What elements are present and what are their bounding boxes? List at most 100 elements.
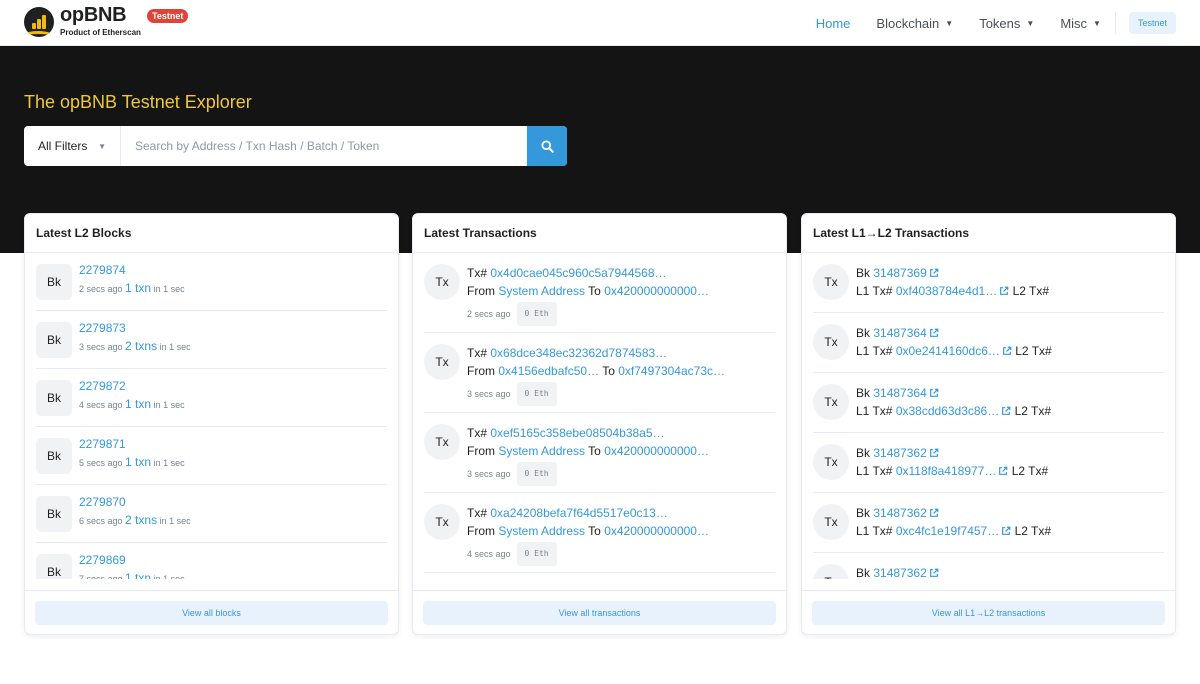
block-txns-link[interactable]: 1 txn (125, 397, 151, 411)
from-address-link[interactable]: System Address (498, 284, 585, 298)
nav-misc[interactable]: Misc ▼ (1060, 16, 1101, 31)
block-avatar: Bk (36, 438, 72, 474)
view-all-blocks-button[interactable]: View all blocks (35, 601, 388, 625)
to-address-link[interactable]: 0xf7497304ac73c… (618, 364, 725, 378)
tx-avatar: Tx (813, 564, 849, 579)
block-txns-link[interactable]: 1 txn (125, 571, 151, 579)
l1-block-link[interactable]: 31487369 (873, 266, 926, 280)
block-txns-link[interactable]: 1 txn (125, 281, 151, 295)
external-link-icon[interactable] (1001, 526, 1011, 536)
to-address-link[interactable]: 0x420000000000… (604, 284, 709, 298)
block-number-link[interactable]: 2279870 (79, 495, 191, 510)
block-info: 2279873 3 secs ago 2 txns in 1 sec (79, 321, 191, 368)
block-txns-link[interactable]: 2 txns (125, 339, 157, 353)
tx-info: Tx# 0xa24208befa7f64d5517e0c13… From Syst… (467, 504, 709, 572)
chevron-down-icon: ▼ (98, 141, 106, 151)
l1-block-link[interactable]: 31487364 (873, 326, 926, 340)
external-link-icon[interactable] (929, 388, 939, 398)
l1-block-link[interactable]: 31487362 (873, 566, 926, 579)
tx-hash-link[interactable]: 0x68dce348ec32362d7874583… (490, 346, 667, 360)
block-number-link[interactable]: 2279873 (79, 321, 191, 336)
l1l2-block-line: Bk 31487362 (856, 444, 1048, 462)
block-txns-link[interactable]: 2 txns (125, 513, 157, 527)
to-label: To (588, 444, 601, 458)
l1-tx-hash-link[interactable]: 0xf4038784e4d1… (896, 284, 997, 298)
search-filter-select[interactable]: All Filters ▼ (24, 126, 121, 166)
latest-blocks-card: Latest L2 Blocks Bk 2279874 2 secs ago 1 t… (24, 213, 399, 635)
block-info: 2279874 2 secs ago 1 txn in 1 sec (79, 263, 185, 310)
block-number-link[interactable]: 2279871 (79, 437, 185, 452)
nav-blockchain-label: Blockchain (876, 15, 940, 31)
block-info: 2279869 7 secs ago 1 txn in 1 sec (79, 553, 185, 579)
external-link-icon[interactable] (929, 448, 939, 458)
from-address-link[interactable]: 0x4156edbafc50… (498, 364, 599, 378)
block-duration: in 1 sec (153, 574, 185, 579)
tx-avatar: Tx (813, 444, 849, 480)
block-row: Bk 2279874 2 secs ago 1 txn in 1 sec (36, 253, 387, 311)
nav-home[interactable]: Home (816, 16, 851, 31)
latest-transactions-card: Latest Transactions Tx Tx# 0x4d0cae045c96… (412, 213, 787, 635)
block-row: Bk 2279873 3 secs ago 2 txns in 1 sec (36, 311, 387, 369)
block-meta: 2 secs ago 1 txn in 1 sec (79, 281, 185, 295)
block-row: Bk 2279872 4 secs ago 1 txn in 1 sec (36, 369, 387, 427)
block-row: Bk 2279869 7 secs ago 1 txn in 1 sec (36, 543, 387, 579)
nav-blockchain[interactable]: Blockchain ▼ (876, 16, 953, 31)
tx-meta: 3 secs ago 0 Eth (467, 382, 725, 406)
view-all-transactions-button[interactable]: View all transactions (423, 601, 776, 625)
from-label: From (467, 364, 495, 378)
bk-label: Bk (856, 386, 871, 400)
to-address-link[interactable]: 0x420000000000… (604, 524, 709, 538)
block-txns-link[interactable]: 1 txn (125, 455, 151, 469)
nav-divider (1114, 12, 1116, 34)
view-all-l1l2-button[interactable]: View all L1→L2 transactions (812, 601, 1165, 625)
network-switch-button[interactable]: Testnet (1128, 12, 1176, 34)
nav-misc-label: Misc (1060, 15, 1088, 31)
from-address-link[interactable]: System Address (498, 524, 585, 538)
l1-tx-hash-link[interactable]: 0x118f8a418977… (896, 464, 997, 478)
external-link-icon[interactable] (929, 268, 939, 278)
site-logo[interactable]: opBNB Product of Etherscan (24, 4, 141, 40)
block-row: Bk 2279870 6 secs ago 2 txns in 1 sec (36, 485, 387, 543)
tx-hash-link[interactable]: 0x4d0cae045c960c5a7944568… (490, 266, 666, 280)
nav-tokens[interactable]: Tokens ▼ (979, 16, 1034, 31)
block-number-link[interactable]: 2279874 (79, 263, 185, 278)
l1-block-link[interactable]: 31487362 (873, 446, 926, 460)
tx-hash-link[interactable]: 0xa24208befa7f64d5517e0c13… (490, 506, 668, 520)
page-title: The opBNB Testnet Explorer (24, 92, 252, 112)
l1l2-row: Tx Bk 31487364 L1 Tx# 0x0e2414160dc6… L2 T… (813, 313, 1164, 373)
l1-tx-hash-link[interactable]: 0x0e2414160dc6… (896, 344, 1000, 358)
l1-block-link[interactable]: 31487364 (873, 386, 926, 400)
external-link-icon[interactable] (1001, 406, 1011, 416)
search-button[interactable] (527, 126, 567, 166)
tx-from-to-line: From System Address To 0x420000000000… (467, 282, 709, 300)
tx-from-to-line: From 0x4156edbafc50… To 0xf7497304ac73c… (467, 362, 725, 380)
tx-avatar: Tx (424, 344, 460, 380)
l1l2-row: Tx Bk 31487369 L1 Tx# 0xf4038784e4d1… L2 T… (813, 253, 1164, 313)
from-label: From (467, 524, 495, 538)
card-title: Latest L2 Blocks (25, 214, 398, 253)
l1l2-block-line: Bk 31487362 (856, 504, 1051, 522)
external-link-icon[interactable] (929, 328, 939, 338)
logo-subtitle: Product of Etherscan (60, 28, 141, 37)
to-address-link[interactable]: 0x420000000000… (604, 444, 709, 458)
l1-tx-hash-link[interactable]: 0x38cdd63d3c86… (896, 404, 999, 418)
block-number-link[interactable]: 2279869 (79, 553, 185, 568)
block-number-link[interactable]: 2279872 (79, 379, 185, 394)
l1-tx-hash-link[interactable]: 0xc4fc1e19f7457… (896, 524, 999, 538)
from-label: From (467, 444, 495, 458)
l1-block-link[interactable]: 31487362 (873, 506, 926, 520)
block-age: 2 secs ago (79, 284, 123, 294)
external-link-icon[interactable] (1002, 346, 1012, 356)
bk-label: Bk (856, 266, 871, 280)
l1l2-hash-line: L1 Tx# 0xf4038784e4d1… L2 Tx# (856, 282, 1049, 300)
block-meta: 5 secs ago 1 txn in 1 sec (79, 455, 185, 469)
external-link-icon[interactable] (929, 568, 939, 578)
search-input[interactable] (121, 126, 527, 166)
external-link-icon[interactable] (999, 286, 1009, 296)
l1l2-info: Bk 31487362 L1 Tx# 0xc4fc1e19f7457… L2 Tx… (856, 504, 1051, 552)
tx-hash-link[interactable]: 0xef5165c358ebe08504b38a5… (490, 426, 664, 440)
block-info: 2279870 6 secs ago 2 txns in 1 sec (79, 495, 191, 542)
external-link-icon[interactable] (929, 508, 939, 518)
external-link-icon[interactable] (998, 466, 1008, 476)
from-address-link[interactable]: System Address (498, 444, 585, 458)
